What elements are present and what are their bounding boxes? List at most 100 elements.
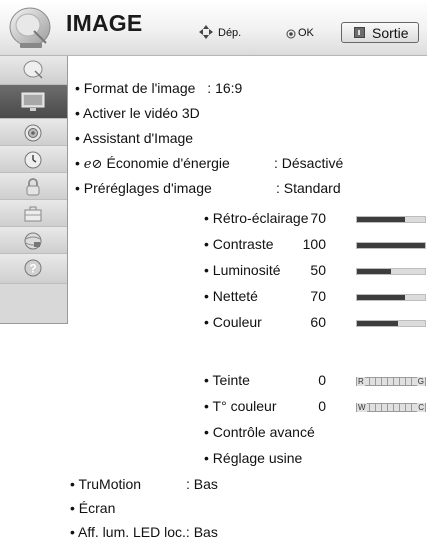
setting-value: 0 xyxy=(318,398,326,414)
svg-text:?: ? xyxy=(29,262,36,276)
setting-label: • Couleur xyxy=(204,314,262,330)
menu-item-screen[interactable]: • Écran xyxy=(70,500,115,516)
setting-label: • Contraste xyxy=(204,236,274,252)
sidebar-item-options[interactable] xyxy=(0,200,67,227)
bullet-icon: • xyxy=(75,80,84,96)
setting-tint[interactable]: • Teinte 0 R G xyxy=(204,372,426,390)
menu-header: IMAGE Dép. OK Sortie xyxy=(0,0,427,56)
bullet-icon: • xyxy=(204,450,213,466)
slider-fill xyxy=(357,269,391,274)
setting-slider-row[interactable]: • Netteté 70 xyxy=(204,288,426,306)
setting-slider-bar[interactable] xyxy=(356,294,426,301)
menu-item-energy-saving[interactable]: • e⊘ Économie d'énergie : Désactivé xyxy=(75,155,343,172)
setting-picture-reset[interactable]: • Réglage usine xyxy=(204,450,302,466)
scale-right-label: G xyxy=(416,377,425,386)
exit-button[interactable]: Sortie xyxy=(341,22,419,43)
setting-expert-control[interactable]: • Contrôle avancé xyxy=(204,424,315,440)
menu-item-label: Activer le vidéo 3D xyxy=(83,105,200,121)
ok-icon xyxy=(286,29,296,39)
setting-label: • Teinte xyxy=(204,372,250,388)
satellite-dish-icon xyxy=(23,60,43,79)
bullet-icon: • xyxy=(75,180,84,196)
menu-item-picture-wizard[interactable]: • Assistant d'Image xyxy=(75,130,193,146)
lock-icon xyxy=(26,178,40,196)
setting-slider-row[interactable]: • Luminosité 50 xyxy=(204,262,426,280)
slider-fill xyxy=(357,243,425,248)
setting-value: 60 xyxy=(310,314,326,330)
picture-menu: • Format de l'image : 16:9 • Activer le … xyxy=(67,56,427,540)
scale-right-label: C xyxy=(417,403,425,412)
slider-fill xyxy=(357,321,398,326)
scale-left-label: W xyxy=(357,403,367,412)
setting-slider-row[interactable]: • Rétro-éclairage 70 xyxy=(204,210,426,228)
exit-icon xyxy=(354,27,365,38)
menu-item-value: : 16:9 xyxy=(207,80,243,96)
color-temperature-scale[interactable]: W C xyxy=(356,403,426,412)
sidebar-item-help[interactable]: ? xyxy=(0,254,67,284)
setting-slider-row[interactable]: • Couleur 60 xyxy=(204,314,426,332)
menu-item-value: : Désactivé xyxy=(274,155,344,171)
setting-value: 0 xyxy=(318,372,326,388)
menu-item-aspect-ratio[interactable]: • Format de l'image : 16:9 xyxy=(75,80,242,96)
speaker-icon xyxy=(24,124,42,142)
bullet-icon: • xyxy=(70,476,79,492)
setting-label: • T° couleur xyxy=(204,398,277,414)
setting-color-temperature[interactable]: • T° couleur 0 W C xyxy=(204,398,426,416)
menu-item-label: Assistant d'Image xyxy=(83,130,194,146)
navigation-arrows-icon xyxy=(199,25,213,39)
navigation-hint: Dép. xyxy=(218,27,242,39)
menu-item-label: TruMotion xyxy=(78,476,142,492)
suitcase-icon xyxy=(24,206,42,222)
eco-icon: e⊘ xyxy=(83,157,107,172)
category-sidebar: ? xyxy=(0,56,68,324)
menu-item-trumotion[interactable]: • TruMotion : Bas xyxy=(70,476,218,492)
sidebar-item-network[interactable] xyxy=(0,227,67,254)
setting-label: Réglage usine xyxy=(212,450,303,466)
help-icon: ? xyxy=(24,259,42,277)
setting-slider-bar[interactable] xyxy=(356,216,426,223)
sidebar-item-channels[interactable] xyxy=(0,56,67,85)
setting-slider-bar[interactable] xyxy=(356,320,426,327)
setting-slider-bar[interactable] xyxy=(356,242,426,249)
sidebar-item-picture[interactable] xyxy=(0,85,67,119)
menu-item-value: : Bas xyxy=(186,476,218,492)
bullet-icon: • xyxy=(75,130,84,146)
tint-scale[interactable]: R G xyxy=(356,377,426,386)
setting-value: 70 xyxy=(310,210,326,226)
satellite-dish-icon xyxy=(9,7,51,48)
setting-value: 100 xyxy=(302,236,326,252)
globe-usb-icon xyxy=(24,232,42,250)
ok-hint: OK xyxy=(298,27,314,39)
setting-label: Contrôle avancé xyxy=(212,424,315,440)
setting-value: 50 xyxy=(310,262,326,278)
clock-icon xyxy=(24,151,42,169)
bullet-icon: • xyxy=(70,500,79,516)
sidebar-item-audio[interactable] xyxy=(0,119,67,146)
tv-screen-icon xyxy=(21,92,45,111)
menu-item-label: Aff. lum. LED loc.: Bas xyxy=(78,524,218,540)
menu-item-local-dimming[interactable]: • Aff. lum. LED loc.: Bas xyxy=(70,524,218,540)
setting-slider-bar[interactable] xyxy=(356,268,426,275)
menu-item-picture-mode[interactable]: • Préréglages d'image : Standard xyxy=(75,180,341,196)
menu-item-label: Écran xyxy=(78,500,116,516)
setting-label: • Luminosité xyxy=(204,262,281,278)
menu-item-label: Économie d'énergie xyxy=(106,155,230,171)
bullet-icon: • xyxy=(70,524,79,540)
scale-left-label: R xyxy=(357,377,365,386)
bullet-icon: • xyxy=(75,105,84,121)
menu-item-label: Préréglages d'image xyxy=(83,180,212,196)
menu-item-value: : Standard xyxy=(276,180,341,196)
setting-value: 70 xyxy=(310,288,326,304)
bullet-icon: • xyxy=(204,424,213,440)
setting-slider-row[interactable]: • Contraste 100 xyxy=(204,236,426,254)
menu-item-label: Format de l'image xyxy=(83,80,196,96)
exit-label: Sortie xyxy=(372,25,409,41)
bullet-icon: • xyxy=(75,155,84,171)
setting-label: • Netteté xyxy=(204,288,258,304)
sidebar-item-lock[interactable] xyxy=(0,173,67,200)
slider-fill xyxy=(357,295,405,300)
sidebar-item-time[interactable] xyxy=(0,146,67,173)
page-title: IMAGE xyxy=(66,10,143,36)
menu-item-3d-video[interactable]: • Activer le vidéo 3D xyxy=(75,105,200,121)
slider-fill xyxy=(357,217,405,222)
